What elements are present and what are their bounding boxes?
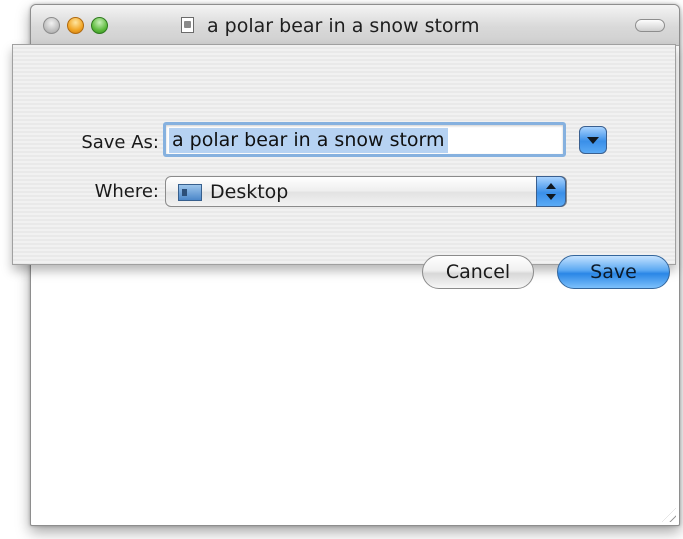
save-sheet: Save As: a polar bear in a snow storm Wh… <box>12 44 676 289</box>
where-value: Desktop <box>210 181 289 203</box>
where-label: Where: <box>94 181 159 202</box>
close-button[interactable] <box>43 17 60 34</box>
cancel-button[interactable]: Cancel <box>422 255 534 289</box>
save-button[interactable]: Save <box>557 255 670 289</box>
title-bar[interactable]: a polar bear in a snow storm <box>31 5 679 46</box>
where-popup-button[interactable]: Desktop <box>165 176 567 207</box>
document-icon[interactable] <box>181 17 194 33</box>
updown-arrows-icon <box>536 176 566 207</box>
window-title: a polar bear in a snow storm <box>207 15 480 37</box>
zoom-button[interactable] <box>91 17 108 34</box>
save-as-label: Save As: <box>81 132 159 153</box>
toolbar-toggle-button[interactable] <box>635 19 665 32</box>
resize-grip-icon[interactable] <box>662 508 676 522</box>
desktop-folder-icon <box>178 184 202 201</box>
filename-value[interactable]: a polar bear in a snow storm <box>169 128 448 153</box>
expand-dialog-button[interactable] <box>579 126 607 154</box>
filename-input[interactable]: a polar bear in a snow storm <box>163 122 566 157</box>
minimize-button[interactable] <box>67 17 84 34</box>
chevron-down-icon <box>587 137 599 144</box>
